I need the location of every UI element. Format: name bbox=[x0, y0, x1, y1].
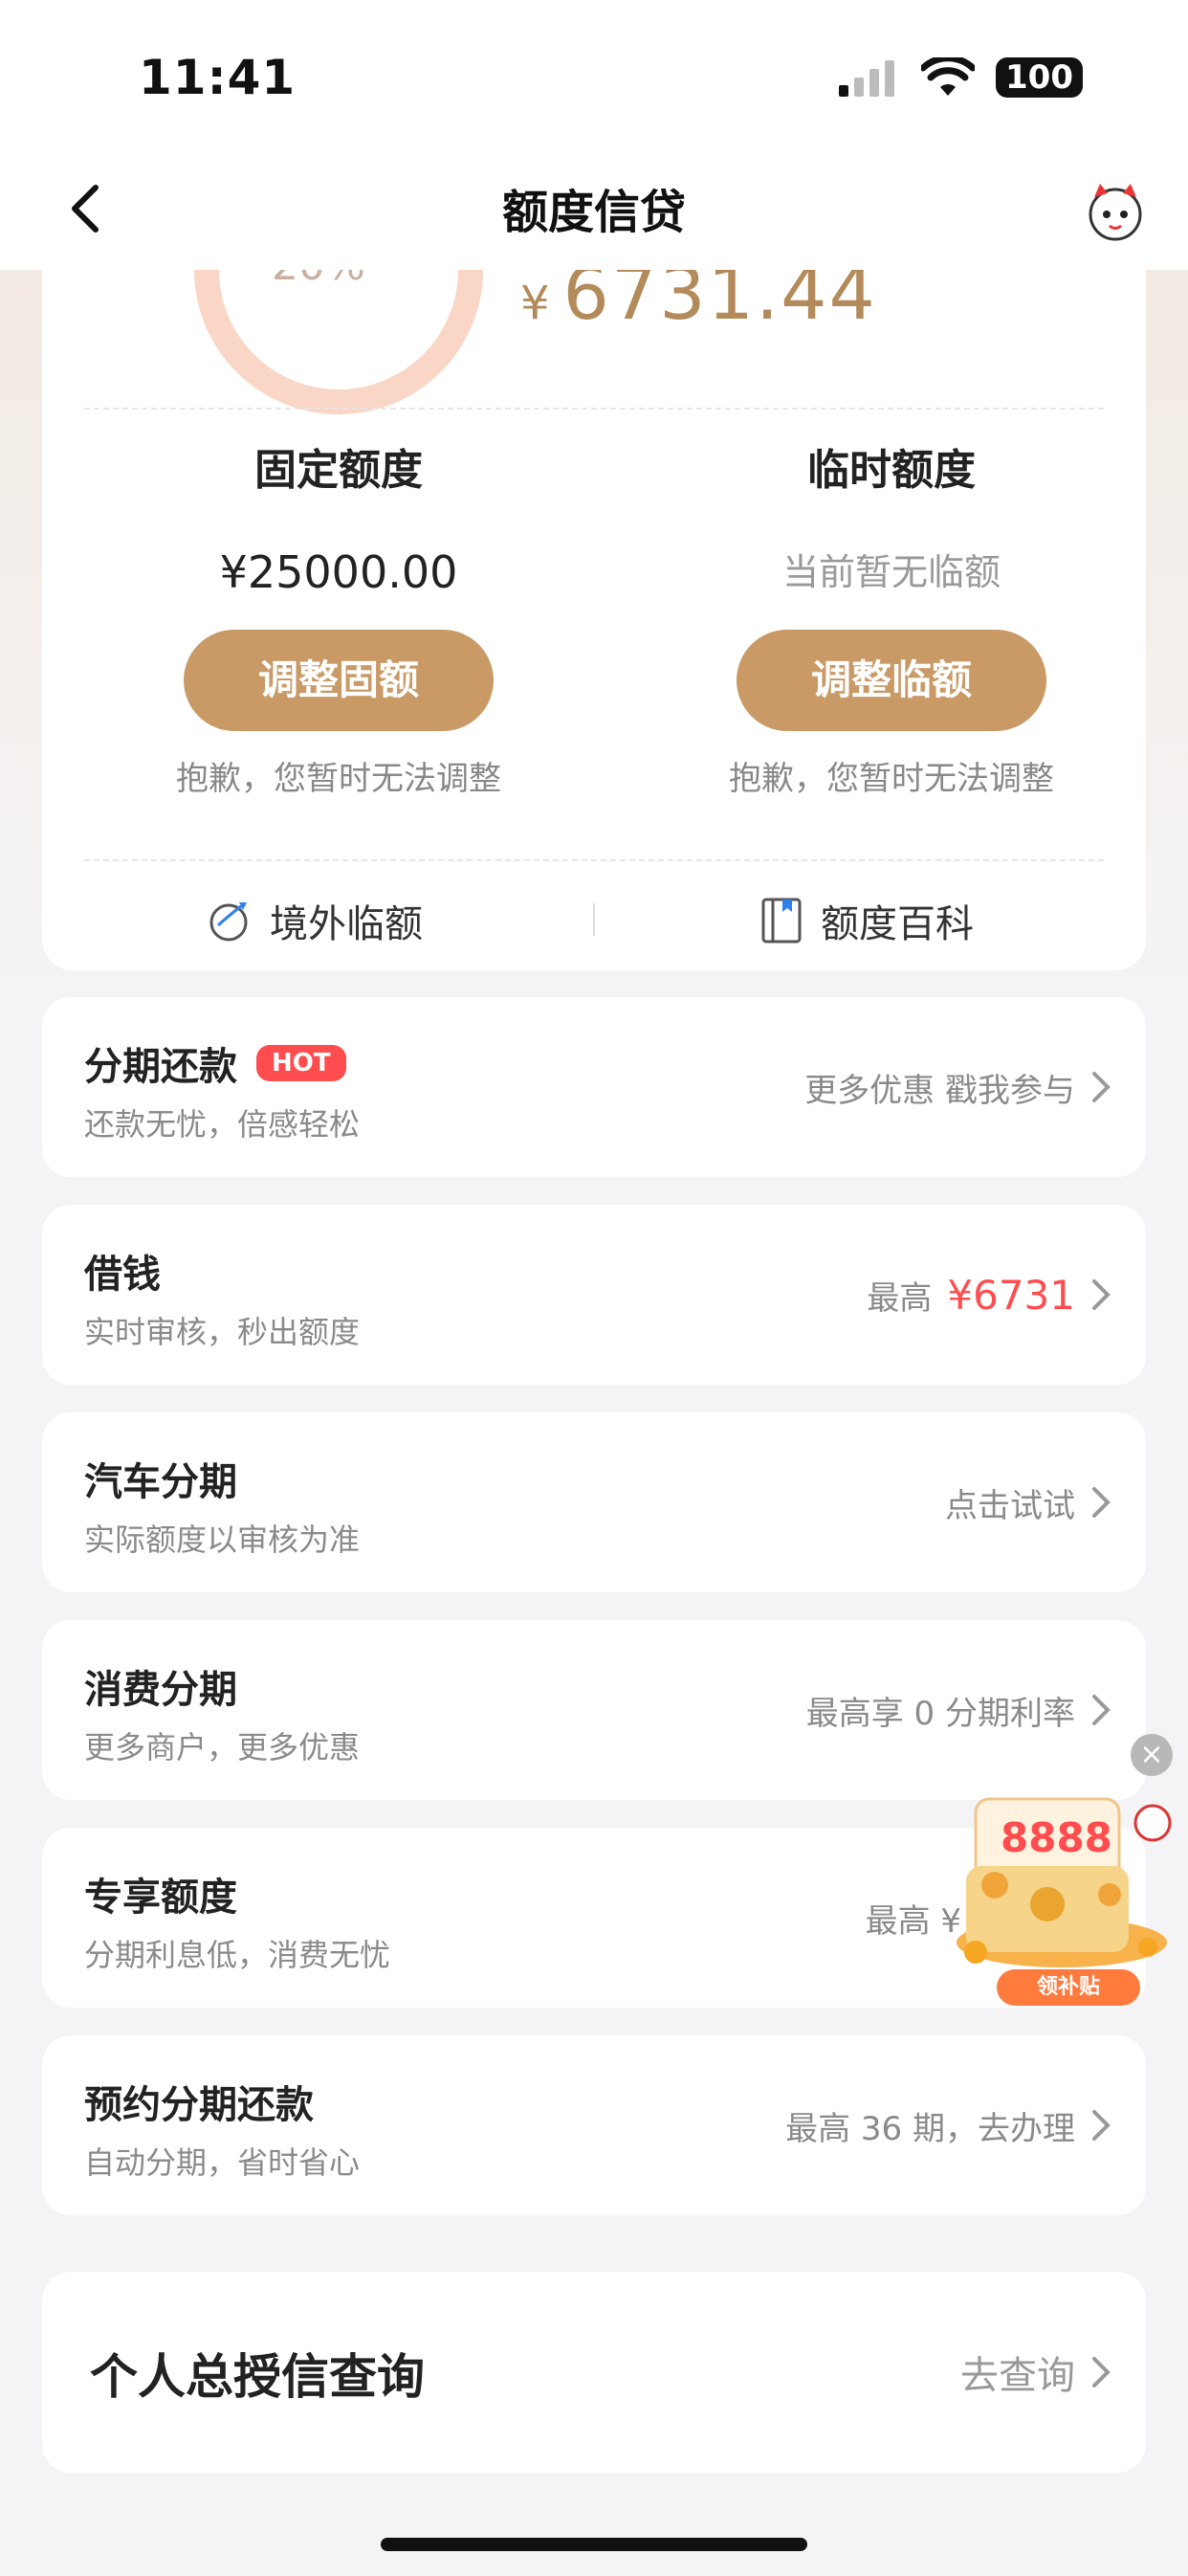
list-item-subtitle: 实际额度以审核为准 bbox=[84, 1521, 361, 1558]
credit-query-card[interactable]: 个人总授信查询 去查询 bbox=[42, 2272, 1146, 2473]
borrow-max-amount: ¥6731 bbox=[947, 1271, 1075, 1319]
list-item-right: 点击试试 bbox=[945, 1412, 1111, 1592]
list-item-right: 更多优惠 戳我参与 bbox=[804, 997, 1111, 1177]
list-item-right-text: 更多优惠 戳我参与 bbox=[804, 1071, 1075, 1110]
list-item-right-text: 最高享 0 分期利率 bbox=[805, 1694, 1075, 1733]
list-item-borrow[interactable]: 借钱 实时审核，秒出额度 最高 ¥6731 bbox=[42, 1205, 1146, 1385]
status-time: 11:41 bbox=[139, 50, 297, 105]
list-item-scheduled-installment[interactable]: 预约分期还款 自动分期，省时省心 最高 36 期，去办理 bbox=[42, 2035, 1146, 2215]
list-item-title: 借钱 bbox=[84, 1253, 161, 1297]
quota-wiki-link[interactable]: 额度百科 bbox=[759, 882, 974, 959]
available-value: 6731.44 bbox=[562, 270, 877, 336]
nav-bar: 额度信贷 bbox=[0, 153, 1188, 270]
hot-badge: HOT bbox=[256, 1045, 346, 1081]
list-item-subtitle: 自动分期，省时省心 bbox=[84, 2144, 361, 2181]
list-item-subtitle: 还款无忧，倍感轻松 bbox=[84, 1106, 361, 1143]
fixed-quota-title: 固定额度 bbox=[254, 446, 423, 495]
status-bar: 11:41 100 bbox=[0, 0, 1188, 153]
list-item-title: 预约分期还款 bbox=[84, 2083, 314, 2127]
list-item-right-text: 点击试试 bbox=[945, 1486, 1075, 1525]
home-indicator bbox=[381, 2538, 807, 2551]
list-item-installment-repay[interactable]: 分期还款 HOT 还款无忧，倍感轻松 更多优惠 戳我参与 bbox=[42, 997, 1146, 1177]
chevron-right-icon bbox=[1092, 2357, 1111, 2387]
temp-quota-title: 临时额度 bbox=[807, 446, 976, 495]
quota-wiki-label: 额度百科 bbox=[821, 902, 974, 946]
chevron-right-icon bbox=[1092, 2110, 1111, 2141]
currency-symbol: ¥ bbox=[520, 277, 550, 330]
quota-card: 20% ¥ 6731.44 固定额度 ¥25000.00 调整固额 抱歉，您暂时… bbox=[42, 270, 1146, 970]
credit-query-title: 个人总授信查询 bbox=[90, 2349, 425, 2405]
claim-subsidy-button[interactable]: 领补贴 bbox=[997, 1969, 1140, 2006]
usage-ring bbox=[194, 270, 483, 414]
signal-icon bbox=[839, 60, 895, 97]
battery-indicator: 100 bbox=[996, 57, 1083, 98]
list-item-title: 分期还款 HOT bbox=[84, 1035, 346, 1091]
list-item-subtitle: 更多商户，更多优惠 bbox=[84, 1729, 361, 1765]
credit-query-action: 去查询 bbox=[960, 2272, 1111, 2473]
chevron-right-icon bbox=[1092, 1279, 1111, 1310]
list-item-title: 专享额度 bbox=[84, 1876, 237, 1920]
list-item-car-installment[interactable]: 汽车分期 实际额度以审核为准 点击试试 bbox=[42, 1412, 1146, 1592]
adjust-fixed-button[interactable]: 调整固额 bbox=[184, 630, 494, 731]
installment-repay-title: 分期还款 bbox=[84, 1045, 237, 1089]
overseas-temp-quota-link[interactable]: 境外临额 bbox=[205, 882, 423, 959]
chevron-right-icon bbox=[1092, 1072, 1111, 1102]
list-item-subtitle: 分期利息低，消费无忧 bbox=[84, 1937, 391, 1973]
promo-amount: 8888 bbox=[1001, 1814, 1112, 1861]
fixed-quota-note: 抱歉，您暂时无法调整 bbox=[176, 760, 501, 798]
max-label: 最高 bbox=[867, 1278, 933, 1318]
list-item-right: 最高 36 期，去办理 bbox=[785, 2035, 1111, 2215]
chevron-right-icon bbox=[1092, 1487, 1111, 1518]
fixed-quota-column: 固定额度 ¥25000.00 调整固额 抱歉，您暂时无法调整 bbox=[138, 442, 539, 799]
subsidy-promo-widget[interactable]: 8888 领补贴 bbox=[947, 1751, 1186, 2010]
list-item-title: 消费分期 bbox=[84, 1668, 237, 1712]
list-item-title: 汽车分期 bbox=[84, 1460, 237, 1504]
fixed-quota-value: ¥25000.00 bbox=[219, 546, 458, 598]
temp-quota-column: 临时额度 当前暂无临额 调整临额 抱歉，您暂时无法调整 bbox=[691, 442, 1092, 799]
quick-links: 境外临额 额度百科 bbox=[42, 882, 1146, 959]
credit-query-link: 去查询 bbox=[960, 2354, 1075, 2398]
mascot-avatar-icon[interactable] bbox=[1081, 176, 1150, 245]
page-title: 额度信贷 bbox=[501, 186, 686, 239]
divider bbox=[84, 859, 1104, 861]
list-item-subtitle: 实时审核，秒出额度 bbox=[84, 1314, 361, 1350]
temp-quota-value: 当前暂无临额 bbox=[781, 551, 1001, 593]
globe-plane-icon bbox=[209, 902, 248, 942]
divider bbox=[593, 903, 595, 936]
available-amount: ¥ 6731.44 bbox=[520, 270, 877, 336]
adjust-temp-button[interactable]: 调整临额 bbox=[737, 630, 1046, 731]
book-icon bbox=[761, 898, 802, 944]
temp-quota-note: 抱歉，您暂时无法调整 bbox=[729, 760, 1054, 798]
status-icons: 100 bbox=[837, 57, 1083, 98]
chevron-right-icon bbox=[1092, 1695, 1111, 1725]
list-item-right: 最高 ¥6731 bbox=[867, 1205, 1111, 1385]
overseas-temp-quota-label: 境外临额 bbox=[270, 902, 423, 946]
divider bbox=[84, 408, 1104, 410]
usage-percent: 20% bbox=[272, 270, 365, 290]
wifi-icon bbox=[921, 57, 976, 96]
list-item-right-text: 最高 36 期，去办理 bbox=[785, 2109, 1075, 2148]
